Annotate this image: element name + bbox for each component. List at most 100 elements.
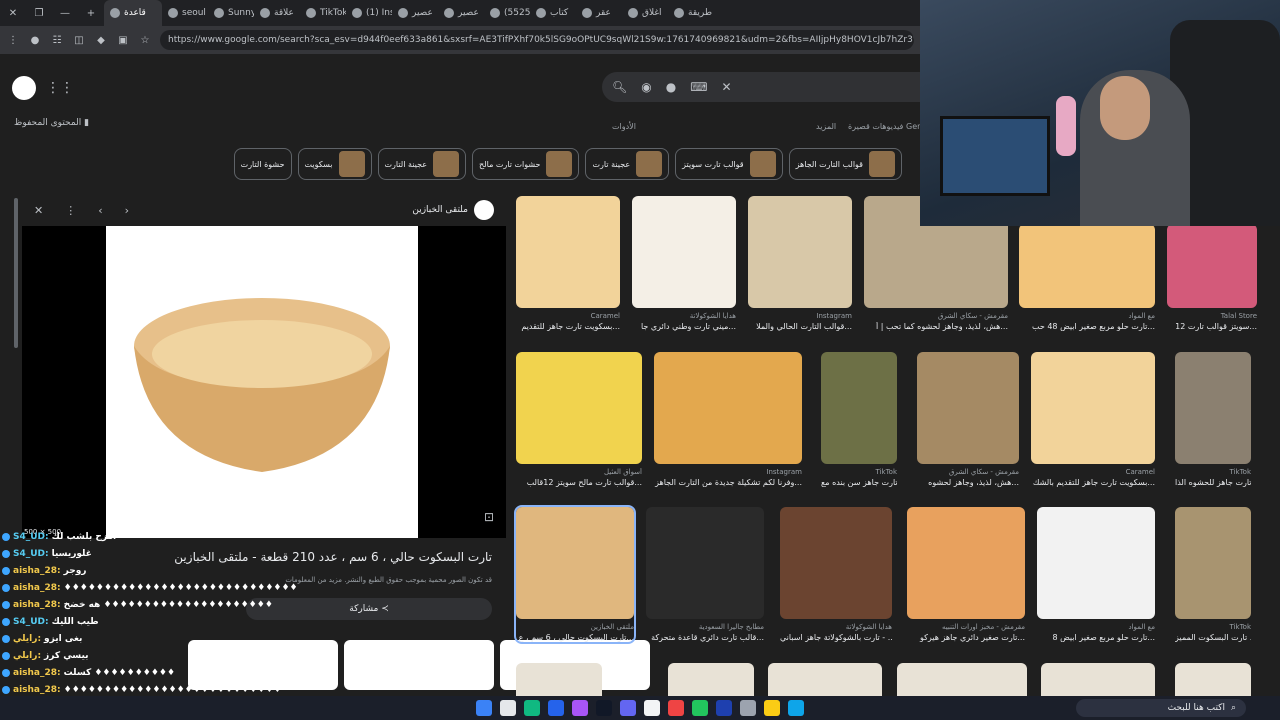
result-source[interactable]: ملتقى الخبازين <box>516 623 634 631</box>
result-thumbnail[interactable] <box>1019 224 1155 308</box>
result-caption[interactable]: قوالب تارت مالح سويتز 12قالب... <box>516 478 642 487</box>
result-source[interactable]: مع المواد <box>1019 312 1155 320</box>
result-caption[interactable]: بسكويت تارت جاهز للتقديم بالشك... <box>1031 478 1155 487</box>
result-caption[interactable]: تارت بالشوكولاتة جاهز اسباني - ... <box>780 633 892 642</box>
result-card[interactable]: مطابخ جاليرا السعودية قالب تارت دائري قاع… <box>646 507 764 642</box>
browser-tab[interactable]: طريقة <box>668 0 714 26</box>
result-card[interactable]: TikTok تارت البسكوت المميز ... <box>1175 507 1251 642</box>
result-card[interactable]: Instagram وفرنا لكم تشكيلة جديدة من التار… <box>654 352 802 487</box>
chip[interactable]: عجينة التارت <box>377 148 467 180</box>
result-card[interactable]: Caramel بسكويت تارت جاهز للتقديم بالشك... <box>1031 352 1155 487</box>
result-caption[interactable]: تارت حلو مربع صغير ابيض 8... <box>1037 633 1155 642</box>
lens-icon[interactable]: ◉ <box>641 80 651 94</box>
result-source[interactable]: أسواق العثيل <box>516 468 642 476</box>
profile-icon[interactable]: ● <box>28 33 42 47</box>
result-card[interactable]: TikTok تارت جاهز للحشوه الذا... <box>1175 352 1251 487</box>
result-thumbnail[interactable] <box>1175 352 1251 464</box>
result-thumbnail[interactable] <box>654 352 802 464</box>
result-caption[interactable]: وفرنا لكم تشكيلة جديدة من التارت الجاهز.… <box>654 478 802 487</box>
result-source[interactable]: Instagram <box>654 468 802 476</box>
result-thumbnail[interactable] <box>917 352 1019 464</box>
result-source[interactable]: مقرمش - مخبز اورات التنبيه <box>907 623 1025 631</box>
extensions-icon[interactable]: ☷ <box>50 33 64 47</box>
chip[interactable]: حشوة التارت <box>233 148 292 180</box>
chip[interactable]: قوالب التارت الجاهز <box>788 148 902 180</box>
browser-tab-active[interactable]: قاعدة <box>104 0 162 26</box>
clear-icon[interactable]: ✕ <box>722 80 732 94</box>
more-options-icon[interactable]: ⋮ <box>65 204 76 217</box>
result-card[interactable]: أسواق العثيل قوالب تارت مالح سويتز 12قالب… <box>516 352 642 487</box>
result-card[interactable]: Talal Store سويتز قوالب تارت 12... <box>1167 224 1257 331</box>
account-avatar[interactable] <box>12 76 36 100</box>
lens-search-icon[interactable]: ⊡ <box>484 510 494 524</box>
keyboard-icon[interactable]: ⌨ <box>690 80 707 94</box>
puzzle-icon[interactable]: ◫ <box>72 33 86 47</box>
result-caption[interactable]: تارت البسكوت المميز ... <box>1175 633 1251 642</box>
next-arrow-icon[interactable]: › <box>125 204 129 217</box>
result-thumbnail[interactable] <box>516 352 642 464</box>
result-caption[interactable]: بسكويت تارت جاهز للتقديم... <box>516 322 620 331</box>
result-thumbnail[interactable] <box>1031 352 1155 464</box>
discord-icon[interactable] <box>620 700 636 716</box>
url-field[interactable]: https://www.google.com/search?sca_esv=d9… <box>160 30 914 50</box>
result-source[interactable]: Instagram <box>748 312 852 320</box>
result-thumbnail[interactable] <box>907 507 1025 619</box>
result-caption[interactable]: تارت البسكوت حالي ، 6 سم ، ع... <box>516 633 634 642</box>
result-card[interactable]: هدايا الشوكولاتة تارت بالشوكولاتة جاهز اس… <box>780 507 892 642</box>
result-caption[interactable]: تارت حلو مربع صغير ابيض 48 حب... <box>1019 322 1155 331</box>
taskbar-app-icon[interactable] <box>596 700 612 716</box>
browser-tab[interactable]: اغلاق <box>622 0 668 26</box>
result-source[interactable]: هدايا الشوكولاتة <box>780 623 892 631</box>
result-source[interactable]: مقرمش - سكاي الشرق <box>864 312 1008 320</box>
chrome-icon[interactable] <box>692 700 708 716</box>
restore-window-icon[interactable]: ❐ <box>26 8 52 19</box>
chip[interactable]: بسكويت <box>297 148 372 180</box>
result-source[interactable]: هدايا الشوكولاتة <box>632 312 736 320</box>
browser-tab[interactable]: seoul <box>162 0 208 26</box>
close-icon[interactable]: ✕ <box>34 204 43 217</box>
taskbar-app-icon[interactable] <box>524 700 540 716</box>
result-thumbnail[interactable] <box>516 507 634 619</box>
settings-icon[interactable] <box>500 700 516 716</box>
result-caption[interactable]: ميني تارت وطني دائري جا... <box>632 322 736 331</box>
result-thumbnail[interactable] <box>821 352 897 464</box>
result-thumbnail[interactable] <box>748 196 852 308</box>
browser-tab[interactable]: عقر <box>576 0 622 26</box>
search-icon[interactable]: 🔍︎ <box>612 80 627 94</box>
taskbar-app-icon[interactable] <box>668 700 684 716</box>
result-source[interactable]: Talal Store <box>1167 312 1257 320</box>
result-card[interactable]: ملتقى الخبازين تارت البسكوت حالي ، 6 سم ،… <box>514 505 636 644</box>
preview-image-frame[interactable]: ⊡ <box>22 226 506 538</box>
preview-source[interactable]: ملتقى الخبازين <box>412 200 494 220</box>
result-card[interactable]: مع المواد تارت حلو مربع صغير ابيض 8... <box>1037 507 1155 642</box>
result-card[interactable]: Caramel بسكويت تارت جاهز للتقديم... <box>516 196 620 331</box>
browser-tab[interactable]: TikTok <box>300 0 346 26</box>
browser-tab[interactable]: Sunny <box>208 0 254 26</box>
new-tab-icon[interactable]: + <box>78 8 104 19</box>
filter-tools[interactable]: الأدوات <box>612 122 636 131</box>
shield-icon[interactable]: ◆ <box>94 33 108 47</box>
result-thumbnail[interactable] <box>632 196 736 308</box>
taskbar-app-icon[interactable] <box>548 700 564 716</box>
preview-image[interactable] <box>106 226 418 538</box>
browser-tab[interactable]: (1) Ins <box>346 0 392 26</box>
result-caption[interactable]: تارت صغير دائري جاهز هيركو... <box>907 633 1025 642</box>
close-window-icon[interactable]: ✕ <box>0 8 26 19</box>
result-thumbnail[interactable] <box>646 507 764 619</box>
chip[interactable]: حشوات تارت مالح <box>472 148 580 180</box>
menu-dots-icon[interactable]: ⋮ <box>6 33 20 47</box>
result-source[interactable]: TikTok <box>821 468 897 476</box>
result-card[interactable]: مقرمش - مخبز اورات التنبيه تارت صغير دائر… <box>907 507 1025 642</box>
saved-content-link[interactable]: المحتوى المحفوظ ▮ <box>14 118 89 128</box>
taskbar-app-icon[interactable] <box>572 700 588 716</box>
result-source[interactable]: TikTok <box>1175 623 1251 631</box>
result-source[interactable]: Caramel <box>1031 468 1155 476</box>
taskbar-app-icon[interactable] <box>476 700 492 716</box>
chip[interactable]: قوالب تارت سويتز <box>675 148 783 180</box>
result-caption[interactable]: هش، لذيذ، وجاهز لحشوه... <box>917 478 1019 487</box>
result-caption[interactable]: قالب تارت دائري قاعدة متحركة... <box>646 633 764 642</box>
result-card[interactable]: TikTok تارت جاهز سن بنده مع... <box>821 352 897 487</box>
mic-icon[interactable]: ● <box>666 80 676 94</box>
result-source[interactable]: مع المواد <box>1037 623 1155 631</box>
taskbar-search[interactable]: اكتب هنا للبحث ⌕ <box>1076 699 1246 717</box>
